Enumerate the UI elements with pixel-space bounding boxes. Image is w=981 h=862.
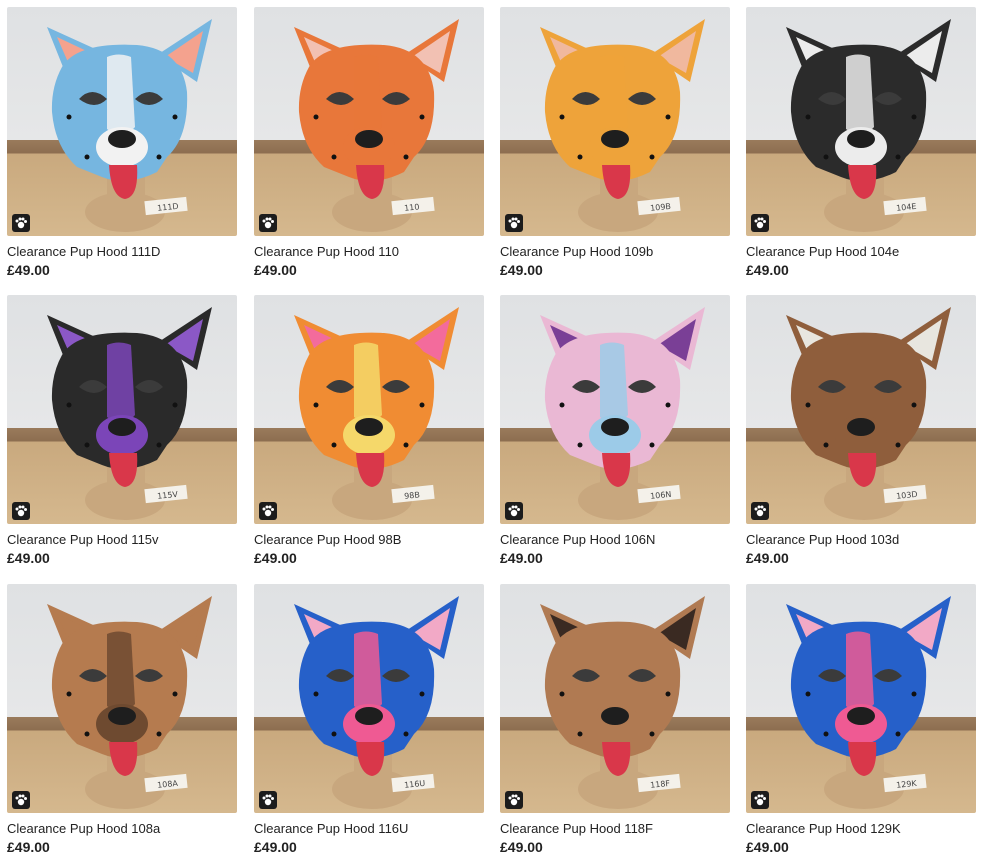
listing-title[interactable]: Clearance Pup Hood 98B — [254, 532, 484, 548]
listing-card[interactable]: 129K Clearance Pup Hood 129K £49.00 — [746, 584, 976, 862]
listing-title[interactable]: Clearance Pup Hood 115v — [7, 532, 237, 548]
listing-price: £49.00 — [7, 262, 50, 278]
listing-price: £49.00 — [254, 550, 297, 566]
listing-title[interactable]: Clearance Pup Hood 106N — [500, 532, 730, 548]
listing-image[interactable]: 106N — [500, 295, 730, 524]
paw-logo-icon — [12, 791, 30, 809]
pup-hood-illustration: 109B — [540, 19, 705, 232]
pup-hood-illustration: 103D — [786, 307, 951, 520]
listing-card[interactable]: 116U Clearance Pup Hood 116U £49.00 — [254, 584, 484, 862]
listing-image[interactable]: 111D — [7, 7, 237, 236]
pup-hood-illustration: 129K — [786, 596, 951, 809]
listing-card[interactable]: 98B Clearance Pup Hood 98B £49.00 — [254, 295, 484, 573]
listing-price: £49.00 — [746, 839, 789, 855]
listing-price: £49.00 — [254, 262, 297, 278]
pup-hood-illustration: 106N — [540, 307, 705, 520]
pup-hood-illustration: 118F — [540, 596, 705, 809]
listing-price: £49.00 — [7, 550, 50, 566]
listing-card[interactable]: 118F Clearance Pup Hood 118F £49.00 — [500, 584, 730, 862]
paw-logo-icon — [751, 214, 769, 232]
listing-grid: 111D Clearance Pup Hood 111D £49.00 110 Clea… — [0, 0, 981, 855]
listing-card[interactable]: 110 Clearance Pup Hood 110 £49.00 — [254, 7, 484, 285]
listing-image[interactable]: 115V — [7, 295, 237, 524]
listing-image[interactable]: 98B — [254, 295, 484, 524]
listing-title[interactable]: Clearance Pup Hood 103d — [746, 532, 976, 548]
listing-price: £49.00 — [500, 262, 543, 278]
listing-title[interactable]: Clearance Pup Hood 108a — [7, 821, 237, 837]
listing-image[interactable]: 109B — [500, 7, 730, 236]
paw-logo-icon — [505, 214, 523, 232]
listing-card[interactable]: 111D Clearance Pup Hood 111D £49.00 — [7, 7, 237, 285]
listing-price: £49.00 — [7, 839, 50, 855]
listing-image[interactable]: 108A — [7, 584, 237, 813]
pup-hood-illustration: 111D — [47, 19, 212, 232]
listing-card[interactable]: 103D Clearance Pup Hood 103d £49.00 — [746, 295, 976, 573]
listing-title[interactable]: Clearance Pup Hood 111D — [7, 244, 237, 260]
listing-price: £49.00 — [746, 550, 789, 566]
paw-logo-icon — [259, 791, 277, 809]
listing-card[interactable]: 108A Clearance Pup Hood 108a £49.00 — [7, 584, 237, 862]
paw-logo-icon — [505, 502, 523, 520]
hood-tag-label: 110 — [404, 202, 420, 213]
listing-card[interactable]: 104E Clearance Pup Hood 104e £49.00 — [746, 7, 976, 285]
listing-card[interactable]: 115V Clearance Pup Hood 115v £49.00 — [7, 295, 237, 573]
paw-logo-icon — [505, 791, 523, 809]
listing-price: £49.00 — [746, 262, 789, 278]
pup-hood-illustration: 115V — [47, 307, 212, 520]
listing-image[interactable]: 118F — [500, 584, 730, 813]
listing-image[interactable]: 110 — [254, 7, 484, 236]
hood-tag-label: 98B — [404, 490, 421, 501]
listing-title[interactable]: Clearance Pup Hood 116U — [254, 821, 484, 837]
listing-title[interactable]: Clearance Pup Hood 109b — [500, 244, 730, 260]
listing-price: £49.00 — [500, 839, 543, 855]
pup-hood-illustration: 104E — [786, 19, 951, 232]
listing-card[interactable]: 109B Clearance Pup Hood 109b £49.00 — [500, 7, 730, 285]
pup-hood-illustration: 108A — [47, 596, 212, 809]
listing-title[interactable]: Clearance Pup Hood 104e — [746, 244, 976, 260]
paw-logo-icon — [259, 502, 277, 520]
listing-title[interactable]: Clearance Pup Hood 110 — [254, 244, 484, 260]
paw-logo-icon — [259, 214, 277, 232]
listing-price: £49.00 — [500, 550, 543, 566]
listing-card[interactable]: 106N Clearance Pup Hood 106N £49.00 — [500, 295, 730, 573]
paw-logo-icon — [751, 791, 769, 809]
paw-logo-icon — [751, 502, 769, 520]
listing-title[interactable]: Clearance Pup Hood 129K — [746, 821, 976, 837]
listing-image[interactable]: 116U — [254, 584, 484, 813]
listing-title[interactable]: Clearance Pup Hood 118F — [500, 821, 730, 837]
pup-hood-illustration: 116U — [294, 596, 459, 809]
paw-logo-icon — [12, 214, 30, 232]
listing-price: £49.00 — [254, 839, 297, 855]
listing-image[interactable]: 129K — [746, 584, 976, 813]
listing-image[interactable]: 104E — [746, 7, 976, 236]
paw-logo-icon — [12, 502, 30, 520]
pup-hood-illustration: 98B — [294, 307, 459, 520]
pup-hood-illustration: 110 — [294, 19, 459, 232]
listing-image[interactable]: 103D — [746, 295, 976, 524]
